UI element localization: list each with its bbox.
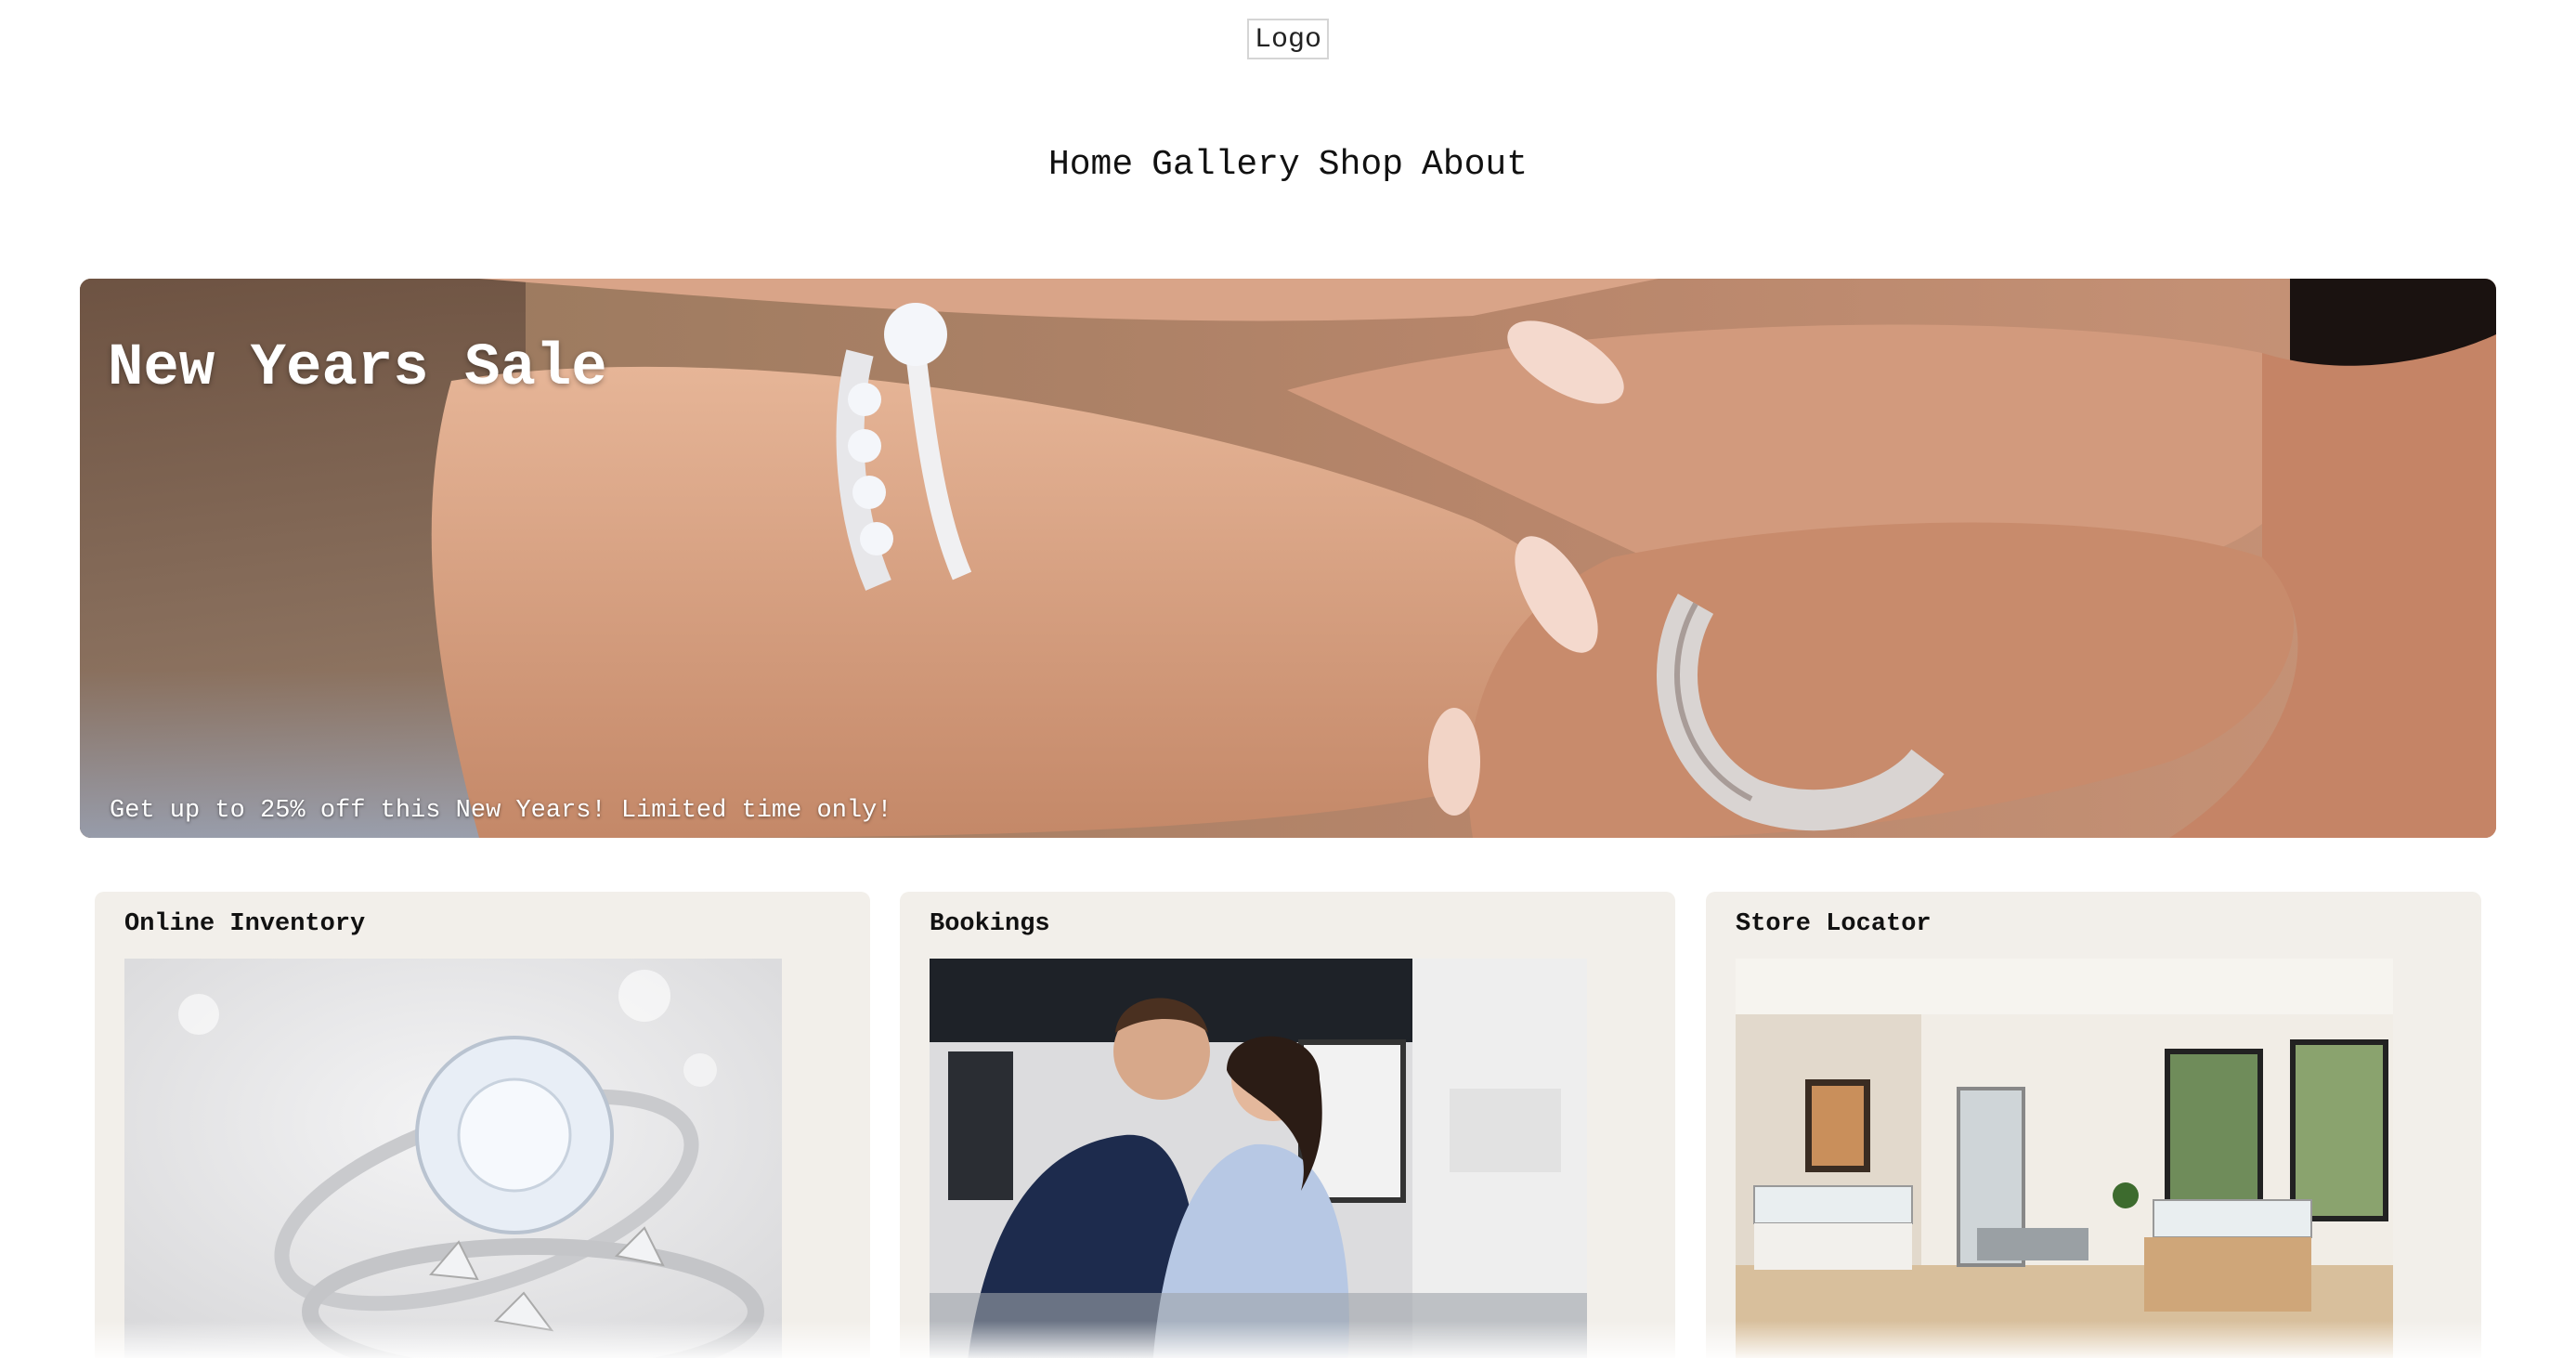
store-interior-image[interactable]: [1736, 959, 2393, 1358]
hero-subtitle: Get up to 25% off this New Years! Limite…: [110, 797, 892, 825]
logo[interactable]: Logo: [1246, 19, 1329, 59]
nav-item-gallery[interactable]: Gallery: [1151, 147, 1300, 184]
nav-item-about[interactable]: About: [1422, 147, 1528, 184]
hero-banner[interactable]: New Years Sale Get up to 25% off this Ne…: [80, 279, 2496, 838]
card-online-inventory[interactable]: Online Inventory: [95, 892, 870, 1358]
header: Logo: [0, 19, 2576, 59]
nav-item-shop[interactable]: Shop: [1319, 147, 1403, 184]
diamond-ring-image[interactable]: [124, 959, 782, 1358]
card-title: Bookings: [930, 910, 1050, 938]
couple-at-counter-image[interactable]: [930, 959, 1587, 1358]
card-store-locator[interactable]: Store Locator: [1706, 892, 2481, 1358]
hero-title: New Years Sale: [108, 335, 607, 402]
card-bookings[interactable]: Bookings: [900, 892, 1675, 1358]
page: Logo Home Gallery Shop About New Years S…: [0, 0, 2576, 1358]
card-title: Online Inventory: [124, 910, 366, 938]
nav-item-home[interactable]: Home: [1048, 147, 1133, 184]
card-title: Store Locator: [1736, 910, 1932, 938]
main-nav: Home Gallery Shop About: [0, 147, 2576, 184]
